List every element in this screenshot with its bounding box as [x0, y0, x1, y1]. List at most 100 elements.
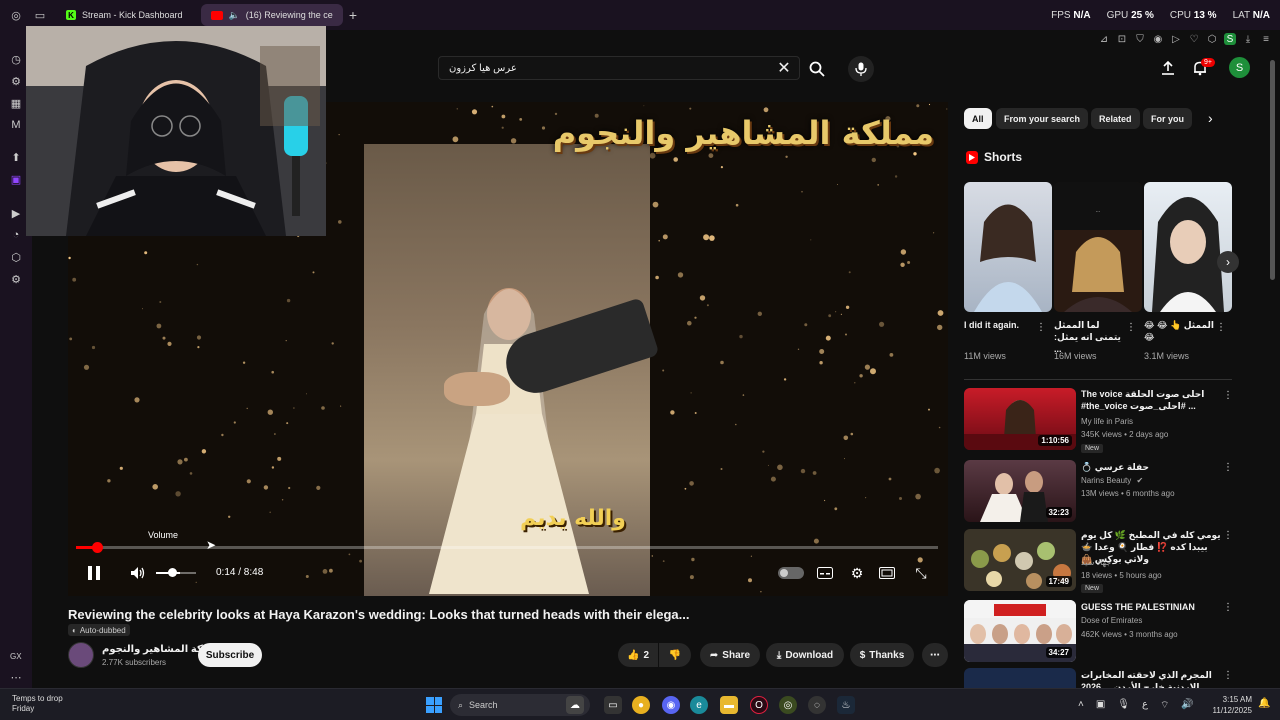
microphone-icon[interactable]: [848, 56, 874, 82]
video-thumbnail[interactable]: 1:10:56: [964, 388, 1076, 450]
volume-knob[interactable]: [168, 568, 177, 577]
mute-icon[interactable]: 🔈: [229, 10, 240, 21]
chip-from-your-search[interactable]: From your search: [996, 108, 1089, 129]
video-thumbnail[interactable]: 17:49: [964, 529, 1076, 591]
video-thumbnail[interactable]: 32:23: [964, 460, 1076, 522]
channel-avatar[interactable]: [68, 642, 94, 668]
file-explorer-icon[interactable]: ▬: [720, 696, 738, 714]
short-title[interactable]: I did it again.: [964, 319, 1036, 331]
share-button[interactable]: ➦ Share: [700, 643, 760, 667]
opera-gx-icon[interactable]: O: [750, 696, 768, 714]
shorts-next-button[interactable]: ›: [1217, 251, 1239, 273]
chevron-right-icon[interactable]: ›: [1208, 110, 1213, 126]
pause-button[interactable]: [84, 562, 104, 584]
download-button[interactable]: ⤓ Download: [766, 643, 844, 667]
search-input[interactable]: عرس هيا كرزون: [438, 56, 800, 80]
video-channel[interactable]: Narins Beauty ✔: [1081, 476, 1143, 485]
notification-center-icon[interactable]: 🔔: [1258, 698, 1270, 709]
heart-icon[interactable]: ♡: [1188, 33, 1200, 45]
chrome-icon[interactable]: ●: [632, 696, 650, 714]
shield-icon[interactable]: ⛉: [1134, 33, 1146, 45]
video-thumbnail[interactable]: [964, 668, 1076, 688]
short-thumbnail[interactable]: ...: [1054, 182, 1142, 312]
kick-sidebar-icon[interactable]: ⬆: [9, 150, 23, 164]
clear-search-icon[interactable]: ✕: [774, 58, 794, 78]
steam-icon[interactable]: ♨: [837, 696, 855, 714]
weather-widget[interactable]: Temps to drop Friday: [12, 694, 63, 714]
chevron-up-icon[interactable]: ˄: [1078, 699, 1084, 712]
tab-youtube-video[interactable]: 🔈 (16) Reviewing the ce: [200, 4, 343, 26]
menu-icon[interactable]: ≡: [1260, 33, 1272, 45]
page-scrollbar[interactable]: [1270, 60, 1275, 280]
download-icon[interactable]: ⤓: [1242, 33, 1254, 45]
video-menu-icon[interactable]: ⋮: [1223, 602, 1233, 613]
tab-menu-icon[interactable]: ▭: [32, 7, 48, 23]
twitch-icon[interactable]: ▣: [9, 172, 23, 186]
video-channel[interactable]: My life in Paris: [1081, 417, 1133, 426]
screenshot-icon[interactable]: ⊡: [1116, 33, 1128, 45]
video-title-link[interactable]: المجرم الذي لاحقته المخابرات الاردنية خا…: [1081, 669, 1221, 688]
profile-icon[interactable]: S: [1224, 33, 1236, 45]
discord-icon[interactable]: ◉: [662, 696, 680, 714]
short-menu-icon[interactable]: ⋮: [1036, 322, 1046, 333]
tab-kick-dashboard[interactable]: K Stream - Kick Dashboard: [56, 4, 193, 26]
settings-gear-icon[interactable]: ⚙: [848, 562, 866, 584]
video-title-link[interactable]: حفلة عرسي 💍: [1081, 461, 1221, 473]
speaker-icon[interactable]: 🔊: [1181, 699, 1193, 712]
short-menu-icon[interactable]: ⋮: [1126, 322, 1136, 333]
settings-icon[interactable]: ⚙: [9, 272, 23, 286]
chip-related[interactable]: Related: [1091, 108, 1140, 129]
subscribe-button[interactable]: Subscribe: [198, 643, 262, 667]
opera-logo-icon[interactable]: ◎: [8, 7, 24, 23]
chip-for-you[interactable]: For you: [1143, 108, 1192, 129]
short-thumbnail[interactable]: [964, 182, 1052, 312]
more-icon[interactable]: ⋯: [9, 670, 23, 684]
dislike-button[interactable]: 👎: [659, 643, 691, 667]
extensions-icon[interactable]: ⬡: [1206, 33, 1218, 45]
gx-control-icon[interactable]: ⚙: [9, 74, 23, 88]
obs-icon[interactable]: ◌: [808, 696, 826, 714]
video-title-link[interactable]: The voice احلى صوت الحلقة #the_voice احل…: [1081, 388, 1221, 412]
new-tab-icon[interactable]: +: [349, 7, 357, 23]
video-menu-icon[interactable]: ⋮: [1223, 670, 1233, 681]
app-icon[interactable]: ◎: [779, 696, 797, 714]
bookmark-icon[interactable]: ▦: [9, 96, 23, 110]
microphone-icon[interactable]: 🎙: [1117, 699, 1130, 712]
video-channel[interactable]: جهاد سيد: [1081, 558, 1111, 567]
video-menu-icon[interactable]: ⋮: [1223, 530, 1233, 541]
wifi-icon[interactable]: ⌔: [1160, 699, 1169, 712]
fullscreen-icon[interactable]: ⤡: [912, 562, 930, 584]
video-menu-icon[interactable]: ⋮: [1223, 390, 1233, 401]
edge-icon[interactable]: e: [690, 696, 708, 714]
video-channel[interactable]: Dose of Emirates: [1081, 616, 1142, 625]
language-indicator[interactable]: ع: [1142, 699, 1148, 712]
history-icon[interactable]: ◷: [9, 52, 23, 66]
thanks-button[interactable]: $ Thanks: [850, 643, 914, 667]
short-thumbnail[interactable]: [1144, 182, 1232, 312]
search-icon[interactable]: [806, 58, 828, 80]
progress-scrubber[interactable]: [92, 542, 103, 553]
player-icon[interactable]: ▶: [9, 206, 23, 220]
camera-icon[interactable]: ◉: [1152, 33, 1164, 45]
messenger-icon[interactable]: M: [9, 118, 23, 132]
video-thumbnail[interactable]: 34:27: [964, 600, 1076, 662]
taskbar-clock[interactable]: 3:15 AM 11/12/2025: [1210, 694, 1252, 716]
short-title[interactable]: لما الممثل يتمنى انه يمثل: ...: [1054, 319, 1126, 355]
chip-all[interactable]: All: [964, 108, 992, 129]
windows-start-icon[interactable]: [426, 697, 442, 713]
autoplay-toggle[interactable]: [778, 567, 804, 579]
subtitles-icon[interactable]: [816, 562, 834, 584]
video-title-link[interactable]: GUESS THE PALESTINIAN: [1081, 601, 1221, 613]
miniplayer-icon[interactable]: [878, 562, 896, 584]
widgets-icon[interactable]: ☁: [566, 696, 584, 714]
clock-icon[interactable]: ◔: [9, 228, 23, 242]
short-title[interactable]: الممثل 👆 😂 😂😂: [1144, 319, 1216, 343]
tray-app-icon[interactable]: ▣: [1096, 699, 1105, 712]
play-icon[interactable]: ▷: [1170, 33, 1182, 45]
account-avatar[interactable]: S: [1229, 57, 1250, 78]
task-view-icon[interactable]: ▭: [604, 696, 622, 714]
short-menu-icon[interactable]: ⋮: [1216, 322, 1226, 333]
extensions-sidebar-icon[interactable]: ⬡: [9, 250, 23, 264]
volume-icon[interactable]: [128, 562, 148, 584]
like-button[interactable]: 👍 2: [618, 643, 658, 667]
